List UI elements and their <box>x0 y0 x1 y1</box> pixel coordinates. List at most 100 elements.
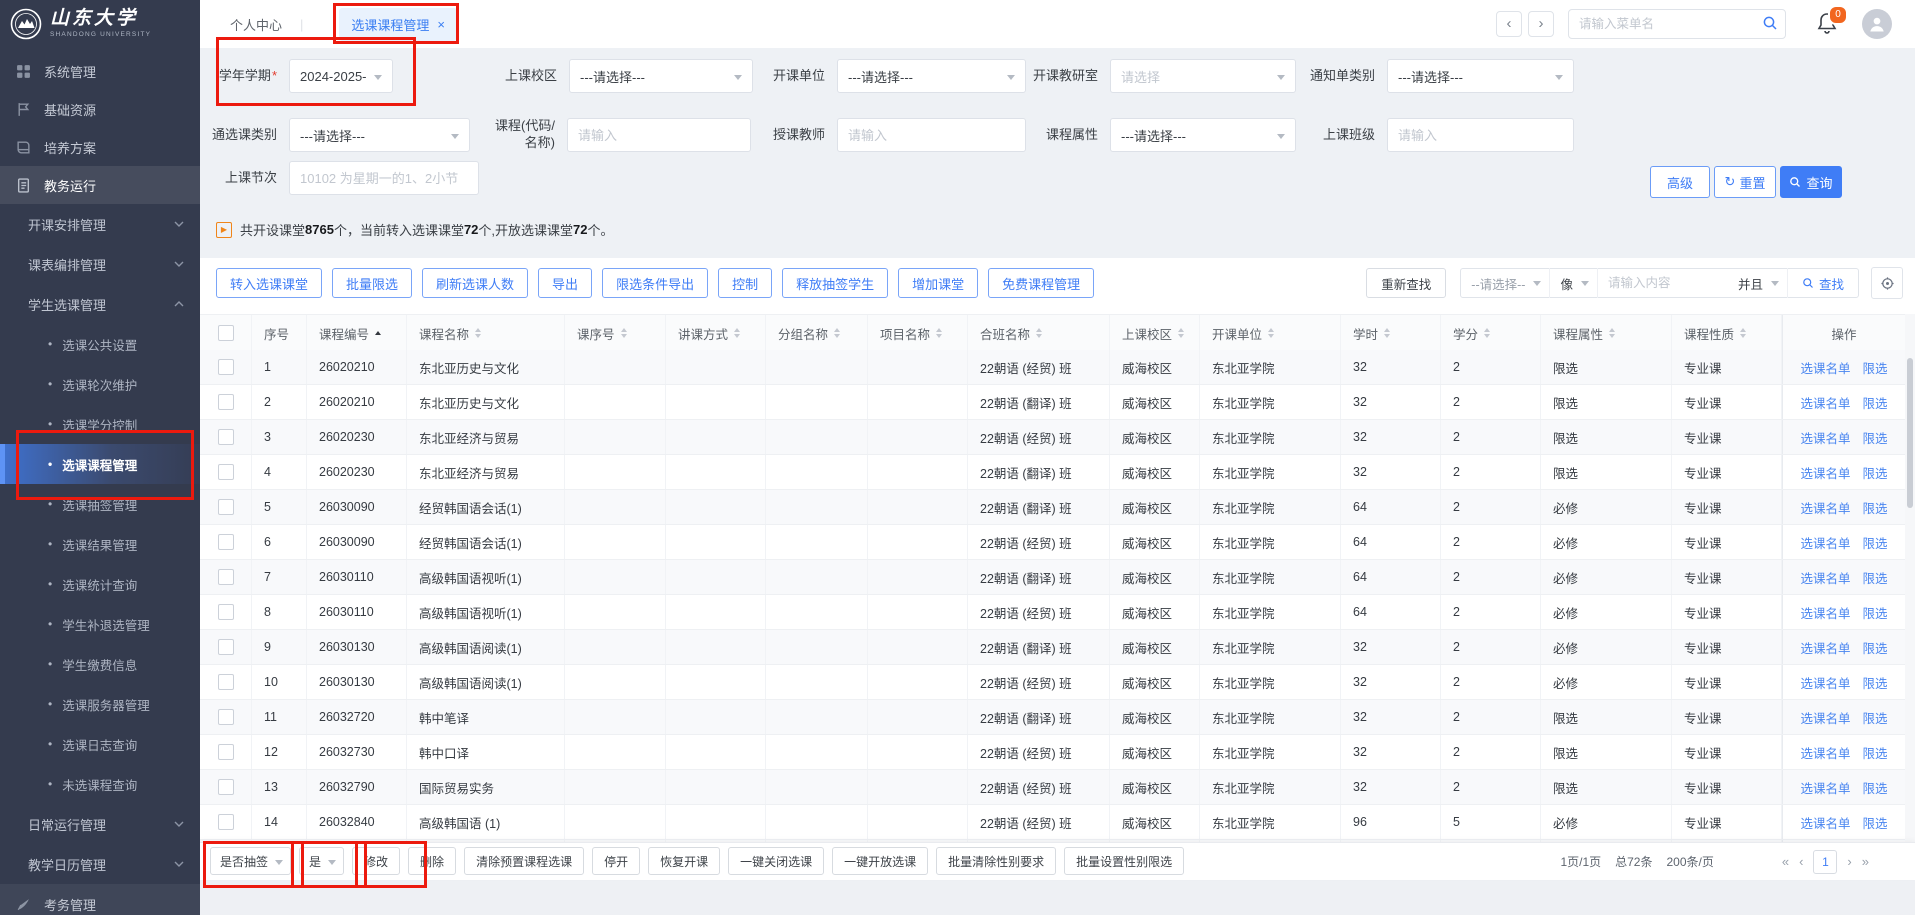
menu-search-input[interactable] <box>1568 9 1786 39</box>
advanced-button[interactable]: 高级 <box>1650 166 1710 198</box>
row-checkbox[interactable] <box>218 569 234 585</box>
find-logic-select[interactable]: 并且 <box>1728 268 1788 298</box>
sidebar-item[interactable]: •学生补退选管理 <box>0 604 200 644</box>
selection-list-link[interactable]: 选课名单 <box>1800 778 1850 797</box>
teacher-input[interactable] <box>837 118 1026 152</box>
limit-selection-link[interactable]: 限选 <box>1863 533 1888 552</box>
row-checkbox[interactable] <box>218 429 234 445</box>
selection-list-link[interactable]: 选课名单 <box>1800 428 1850 447</box>
limit-selection-link[interactable]: 限选 <box>1863 813 1888 832</box>
row-checkbox[interactable] <box>218 604 234 620</box>
sidebar-item[interactable]: 考务管理 <box>0 884 200 915</box>
selection-list-link[interactable]: 选课名单 <box>1800 358 1850 377</box>
next-page-icon[interactable]: › <box>1847 854 1851 869</box>
teaching-office-select[interactable]: 请选择 <box>1110 59 1296 93</box>
limit-selection-link[interactable]: 限选 <box>1863 743 1888 762</box>
limit-selection-link[interactable]: 限选 <box>1863 393 1888 412</box>
sidebar-item[interactable]: •选课结果管理 <box>0 524 200 564</box>
toolbar-button[interactable]: 转入选课课堂 <box>216 268 322 298</box>
notification-bell-icon[interactable]: 0 <box>1816 12 1838 36</box>
sidebar-item[interactable]: 培养方案 <box>0 128 200 166</box>
toolbar-button[interactable]: 导出 <box>538 268 592 298</box>
toolbar-button[interactable]: 控制 <box>718 268 772 298</box>
user-avatar[interactable] <box>1862 9 1892 39</box>
column-settings-button[interactable] <box>1871 267 1903 299</box>
general-course-type-select[interactable]: ---请选择--- <box>289 118 470 152</box>
limit-selection-link[interactable]: 限选 <box>1863 638 1888 657</box>
row-checkbox[interactable] <box>218 674 234 690</box>
sidebar-item[interactable]: •学生缴费信息 <box>0 644 200 684</box>
sort-unit[interactable]: 开课单位 <box>1200 315 1341 351</box>
suspend-button[interactable]: 停开 <box>592 847 640 875</box>
selection-list-link[interactable]: 选课名单 <box>1800 568 1850 587</box>
offering-unit-select[interactable]: ---请选择--- <box>837 59 1026 93</box>
sidebar-item[interactable]: 系统管理 <box>0 52 200 90</box>
class-period-input[interactable] <box>289 161 479 195</box>
first-page-icon[interactable]: « <box>1782 854 1789 869</box>
sort-credits[interactable]: 学分 <box>1441 315 1541 351</box>
requery-button[interactable]: 重新查找 <box>1366 268 1446 298</box>
reset-button[interactable]: ↻重置 <box>1714 166 1776 198</box>
tab-personal-center[interactable]: 个人中心 <box>230 15 282 34</box>
find-button[interactable]: 查找 <box>1788 274 1858 293</box>
selection-list-link[interactable]: 选课名单 <box>1800 813 1850 832</box>
course-attribute-select[interactable]: ---请选择--- <box>1110 118 1296 152</box>
sidebar-item[interactable]: 教学日历管理 <box>0 844 200 884</box>
sidebar-item-current[interactable]: 教务运行 <box>0 166 200 204</box>
lottery-filter-select[interactable]: 是否抽签 <box>210 847 291 875</box>
find-content-input[interactable] <box>1598 269 1728 297</box>
selection-list-link[interactable]: 选课名单 <box>1800 603 1850 622</box>
clear-preset-course-selection-button[interactable]: 清除预置课程选课 <box>464 847 584 875</box>
sort-group-name[interactable]: 分组名称 <box>766 315 868 351</box>
sidebar-item[interactable]: •选课统计查询 <box>0 564 200 604</box>
query-button[interactable]: 查询 <box>1780 166 1842 198</box>
last-page-icon[interactable]: » <box>1862 854 1869 869</box>
modify-button[interactable]: 修改 <box>352 847 400 875</box>
sort-course-name[interactable]: 课程名称 <box>407 315 565 351</box>
row-checkbox[interactable] <box>218 464 234 480</box>
limit-selection-link[interactable]: 限选 <box>1863 428 1888 447</box>
resume-button[interactable]: 恢复开课 <box>648 847 720 875</box>
sidebar-item[interactable]: •选课日志查询 <box>0 724 200 764</box>
sort-nature[interactable]: 课程性质 <box>1672 315 1782 351</box>
selection-list-link[interactable]: 选课名单 <box>1800 708 1850 727</box>
sidebar-item[interactable]: 基础资源 <box>0 90 200 128</box>
sidebar-item[interactable]: •选课服务器管理 <box>0 684 200 724</box>
row-checkbox[interactable] <box>218 814 234 830</box>
select-all-checkbox[interactable] <box>218 325 234 341</box>
sort-project-name[interactable]: 项目名称 <box>868 315 968 351</box>
selection-list-link[interactable]: 选课名单 <box>1800 743 1850 762</box>
term-select[interactable]: 2024-2025-1 <box>289 59 393 93</box>
sidebar-item[interactable]: •未选课程查询 <box>0 764 200 804</box>
nav-back-button[interactable]: ‹ <box>1496 11 1522 37</box>
selection-list-link[interactable]: 选课名单 <box>1800 638 1850 657</box>
sort-attribute[interactable]: 课程属性 <box>1541 315 1672 351</box>
selection-list-link[interactable]: 选课名单 <box>1800 533 1850 552</box>
batch-set-gender-limit-button[interactable]: 批量设置性别限选 <box>1064 847 1184 875</box>
row-checkbox[interactable] <box>218 639 234 655</box>
toolbar-button[interactable]: 释放抽签学生 <box>782 268 888 298</box>
sort-hours[interactable]: 学时 <box>1341 315 1441 351</box>
find-field-select[interactable]: --请选择-- <box>1461 268 1550 298</box>
sidebar-item[interactable]: •选课学分控制 <box>0 404 200 444</box>
row-checkbox[interactable] <box>218 359 234 375</box>
sidebar-item[interactable]: •选课抽签管理 <box>0 484 200 524</box>
toolbar-button[interactable]: 增加课堂 <box>898 268 978 298</box>
lottery-yes-select[interactable]: 是 <box>299 847 344 875</box>
current-page[interactable]: 1 <box>1813 850 1837 874</box>
limit-selection-link[interactable]: 限选 <box>1863 463 1888 482</box>
close-all-selection-button[interactable]: 一键关闭选课 <box>728 847 824 875</box>
toolbar-button[interactable]: 刷新选课人数 <box>422 268 528 298</box>
selection-list-link[interactable]: 选课名单 <box>1800 673 1850 692</box>
prev-page-icon[interactable]: ‹ <box>1799 854 1803 869</box>
selection-list-link[interactable]: 选课名单 <box>1800 463 1850 482</box>
limit-selection-link[interactable]: 限选 <box>1863 673 1888 692</box>
search-icon[interactable] <box>1762 15 1778 31</box>
limit-selection-link[interactable]: 限选 <box>1863 778 1888 797</box>
row-checkbox[interactable] <box>218 499 234 515</box>
sort-course-code[interactable]: 课程编号 <box>307 315 407 351</box>
row-checkbox[interactable] <box>218 779 234 795</box>
sidebar-item[interactable]: 开课安排管理 <box>0 204 200 244</box>
sidebar-item[interactable]: •选课轮次维护 <box>0 364 200 404</box>
batch-clear-gender-requirement-button[interactable]: 批量清除性别要求 <box>936 847 1056 875</box>
